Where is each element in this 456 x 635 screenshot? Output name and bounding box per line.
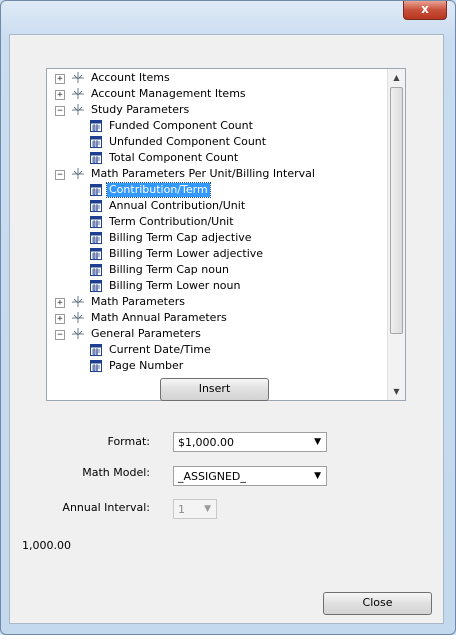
parameter-item-icon <box>89 199 103 213</box>
tree-item-row[interactable]: Billing Term Cap adjective <box>47 230 387 246</box>
tree-item-label: Billing Term Lower noun <box>109 279 241 292</box>
chevron-down-icon: ▼ <box>204 504 211 514</box>
tree-group-row[interactable]: − Math Parameters Per Unit/Billing Interv… <box>47 166 387 182</box>
parameter-item-icon <box>89 135 103 149</box>
chevron-down-icon: ▼ <box>314 437 321 447</box>
collapse-icon[interactable]: − <box>55 106 65 116</box>
parameter-item-icon <box>89 247 103 261</box>
math-model-dropdown[interactable]: _ASSIGNED_ ▼ <box>173 466 327 486</box>
tree-group-row[interactable]: + Account Items <box>47 70 387 86</box>
math-model-label: Math Model: <box>82 466 150 479</box>
parameter-item-icon <box>89 343 103 357</box>
parameter-item-icon <box>89 359 103 373</box>
collapse-icon[interactable]: − <box>55 330 65 340</box>
annual-interval-value: 1 <box>178 503 185 516</box>
tree-item-row[interactable]: Term Contribution/Unit <box>47 214 387 230</box>
parameter-tree[interactable]: + Account Items + Account Management Items −… <box>46 68 406 401</box>
tree-item-label: Total Component Count <box>109 151 239 164</box>
chevron-down-icon: ▼ <box>314 471 321 481</box>
tree-item-row[interactable]: Total Component Count <box>47 150 387 166</box>
tree-item-row[interactable]: Contribution/Term <box>47 182 387 198</box>
tree-group-label: General Parameters <box>91 327 201 340</box>
parameter-item-icon <box>89 279 103 293</box>
math-model-value: _ASSIGNED_ <box>178 470 246 483</box>
collapse-icon[interactable]: − <box>55 170 65 180</box>
close-button[interactable]: Close <box>323 592 432 615</box>
parameter-group-icon <box>71 327 85 341</box>
expand-icon[interactable]: + <box>55 298 65 308</box>
parameter-group-icon <box>71 103 85 117</box>
dialog-window: x + Account Items + Account Management Item… <box>0 0 456 635</box>
parameter-item-icon <box>89 151 103 165</box>
tree-item-row[interactable]: Page Number <box>47 358 387 374</box>
parameter-item-icon <box>89 119 103 133</box>
parameter-group-icon <box>71 71 85 85</box>
parameter-item-icon <box>89 215 103 229</box>
tree-item-row[interactable]: Unfunded Component Count <box>47 134 387 150</box>
dialog-panel: + Account Items + Account Management Items −… <box>9 34 444 624</box>
tree-group-label: Account Items <box>91 71 170 84</box>
tree-group-label: Study Parameters <box>91 103 190 116</box>
tree-group-label: Math Parameters Per Unit/Billing Interva… <box>91 167 315 180</box>
tree-item-row[interactable]: Funded Component Count <box>47 118 387 134</box>
tree-item-label-selected: Contribution/Term <box>106 182 211 198</box>
window-close-button[interactable]: x <box>403 1 447 20</box>
tree-item-row[interactable]: Current Date/Time <box>47 342 387 358</box>
parameter-group-icon <box>71 167 85 181</box>
parameter-item-icon <box>89 231 103 245</box>
tree-item-label: Annual Contribution/Unit <box>109 199 246 212</box>
tree-group-row[interactable]: + Math Parameters <box>47 294 387 310</box>
tree-item-label: Current Date/Time <box>109 343 211 356</box>
tree-item-label: Billing Term Cap noun <box>109 263 229 276</box>
format-preview-value: 1,000.00 <box>22 539 71 552</box>
tree-group-row[interactable]: − Study Parameters <box>47 102 387 118</box>
tree-vertical-scrollbar[interactable]: ▲ ▼ <box>387 69 405 400</box>
tree-item-label: Billing Term Lower adjective <box>109 247 264 260</box>
format-value: $1,000.00 <box>178 436 234 449</box>
tree-item-row[interactable]: Billing Term Cap noun <box>47 262 387 278</box>
tree-item-label: Unfunded Component Count <box>109 135 267 148</box>
format-dropdown[interactable]: $1,000.00 ▼ <box>173 432 327 452</box>
tree-item-label: Billing Term Cap adjective <box>109 231 252 244</box>
tree-item-row[interactable]: Annual Contribution/Unit <box>47 198 387 214</box>
insert-button[interactable]: Insert <box>160 378 269 401</box>
tree-group-label: Account Management Items <box>91 87 246 100</box>
annual-interval-dropdown[interactable]: 1 ▼ <box>173 499 217 519</box>
expand-icon[interactable]: + <box>55 314 65 324</box>
tree-group-label: Math Annual Parameters <box>91 311 227 324</box>
tree-group-row[interactable]: − General Parameters <box>47 326 387 342</box>
expand-icon[interactable]: + <box>55 90 65 100</box>
tree-item-row[interactable]: Billing Term Lower noun <box>47 278 387 294</box>
parameter-group-icon <box>71 295 85 309</box>
expand-icon[interactable]: + <box>55 74 65 84</box>
annual-interval-label: Annual Interval: <box>62 501 150 514</box>
tree-group-row[interactable]: + Math Annual Parameters <box>47 310 387 326</box>
tree-group-row[interactable]: + Account Management Items <box>47 86 387 102</box>
tree-group-label: Math Parameters <box>91 295 185 308</box>
parameter-group-icon <box>71 311 85 325</box>
scroll-up-button[interactable]: ▲ <box>388 69 405 86</box>
tree-item-label: Page Number <box>109 359 184 372</box>
parameter-item-icon <box>89 263 103 277</box>
parameter-item-icon <box>89 183 103 197</box>
format-label: Format: <box>107 435 150 448</box>
tree-item-label: Funded Component Count <box>109 119 253 132</box>
tree-rows: + Account Items + Account Management Items −… <box>47 70 387 374</box>
tree-item-label: Term Contribution/Unit <box>109 215 234 228</box>
scroll-down-button[interactable]: ▼ <box>388 383 405 400</box>
tree-item-row[interactable]: Billing Term Lower adjective <box>47 246 387 262</box>
scrollbar-thumb[interactable] <box>390 87 403 334</box>
parameter-group-icon <box>71 87 85 101</box>
